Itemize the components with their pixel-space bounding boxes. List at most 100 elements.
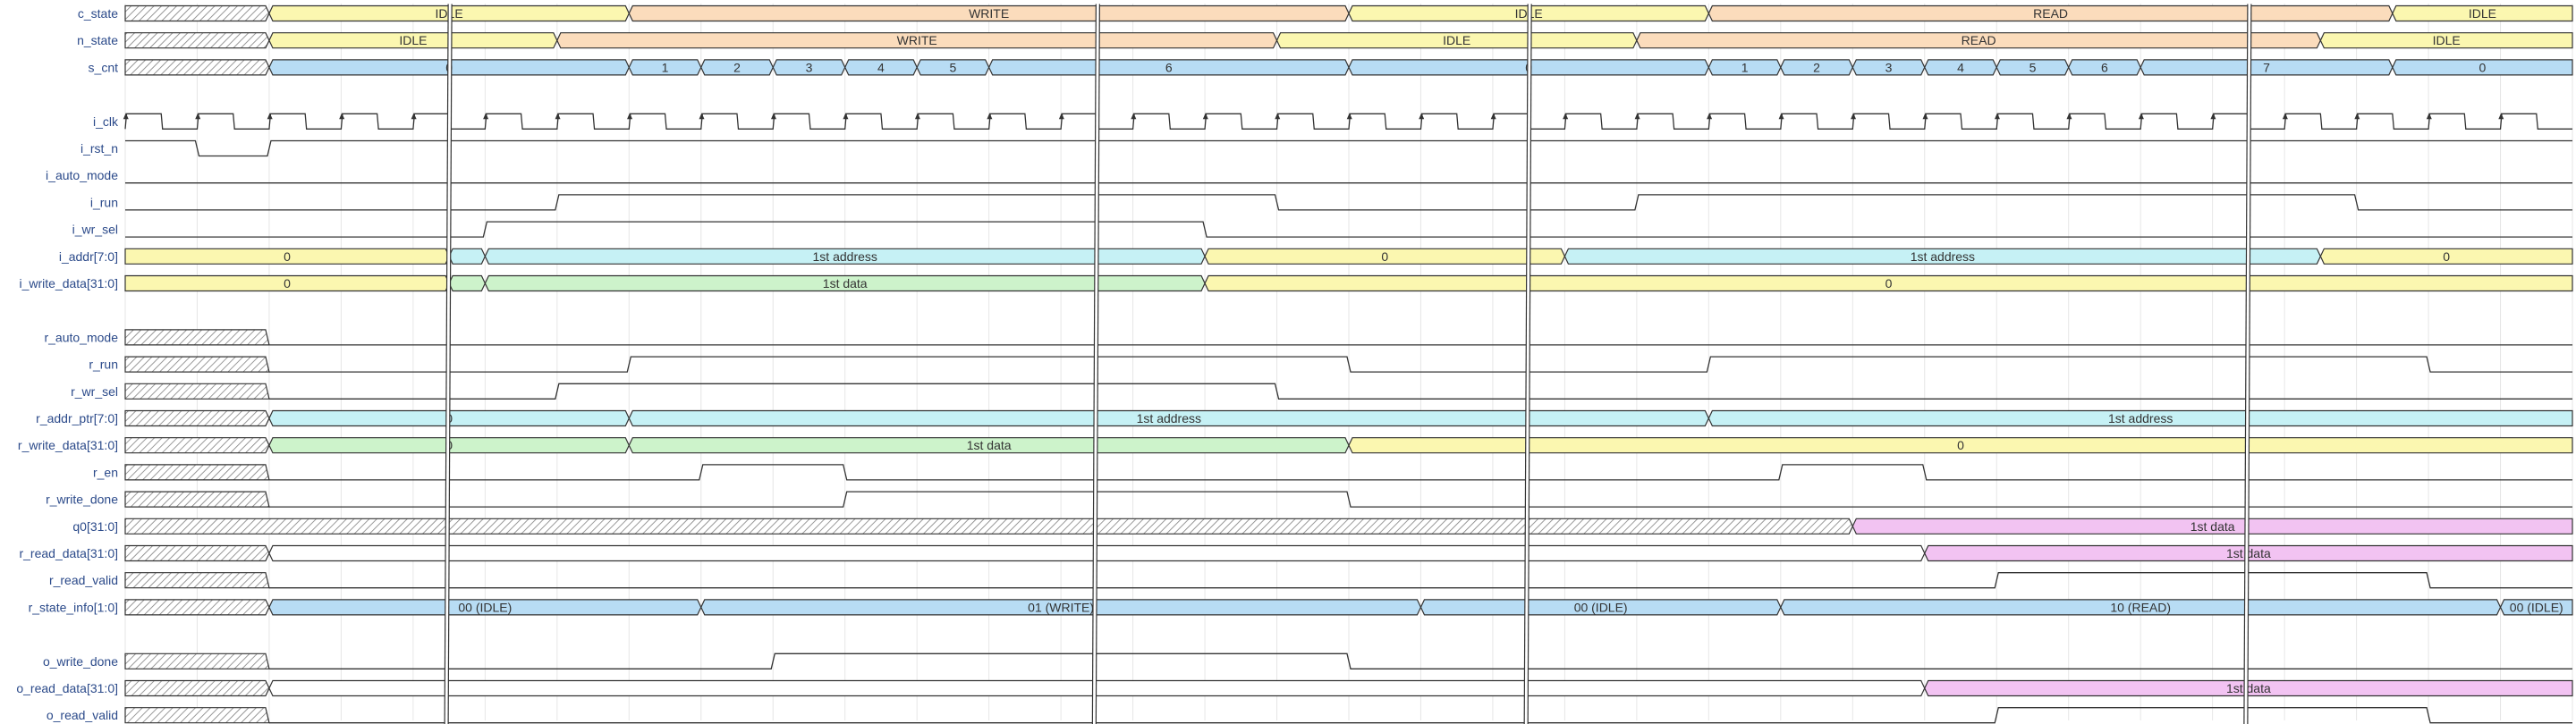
- time-break-marks: [444, 4, 2252, 724]
- signal-row-n-state: IDLE WRITE IDLE READ IDLE: [124, 32, 2573, 49]
- unknown-value-segment: [124, 437, 270, 454]
- time-break-mark: [1523, 4, 1532, 724]
- unknown-value-segment: [124, 707, 270, 724]
- bus-value-label: 0: [284, 249, 291, 264]
- bus-value-label: 6: [1165, 60, 1173, 74]
- bus-value-segment: [448, 274, 487, 292]
- signal-name-q0: q0[31:0]: [72, 519, 118, 534]
- bus-value-label: 1st data: [2190, 519, 2235, 534]
- signal-row-i-write-data: 0 1st data 0: [124, 274, 2573, 292]
- bus-value-label: WRITE: [969, 6, 1009, 21]
- signal-row-i-clk: [123, 113, 2572, 130]
- bus-value-label: 1st address: [813, 249, 877, 264]
- unknown-value-segment: [124, 599, 270, 616]
- signal-name-s-cnt: s_cnt: [89, 60, 119, 74]
- signal-row-q0: 1st data: [124, 518, 2573, 535]
- unknown-value-segment: [124, 329, 270, 346]
- bus-value-segment: [448, 248, 487, 265]
- signal-name-i-write-data: i_write_data[31:0]: [19, 276, 118, 290]
- bus-value-label: 0: [284, 276, 291, 290]
- signal-name-o-write-done: o_write_done: [43, 654, 118, 669]
- unknown-value-segment: [124, 464, 270, 481]
- bus-value-label: 7: [2263, 60, 2270, 74]
- bus-value-label: 3: [806, 60, 813, 74]
- bus-value-label: 4: [1957, 60, 1964, 74]
- bus-value-label: 5: [950, 60, 957, 74]
- bus-value-label: 1st address: [1911, 249, 1975, 264]
- signal-name-r-state-info: r_state_info[1:0]: [29, 600, 118, 614]
- timing-diagram: IDLEWRITEIDLEREADIDLEIDLEWRITEIDLEREADID…: [16, 4, 2573, 724]
- bus-value-label: 1st data: [823, 276, 868, 290]
- bus-value-label: IDLE: [399, 33, 427, 47]
- unknown-value-segment: [124, 32, 270, 49]
- bus-value-label: 1st address: [2108, 411, 2173, 425]
- bus-value-label: 0: [2479, 60, 2487, 74]
- signal-name-i-clk: i_clk: [93, 114, 119, 129]
- unknown-value-segment: [124, 544, 270, 562]
- bus-value-label: 01 (WRITE): [1028, 600, 1094, 614]
- bus-value-label: 1st data: [967, 438, 1012, 452]
- signal-name-n-state: n_state: [77, 33, 118, 47]
- signal-name-r-read-data: r_read_data[31:0]: [19, 546, 118, 560]
- bus-value-label: 00 (IDLE): [458, 600, 512, 614]
- bus-value-label: READ: [1962, 33, 1996, 47]
- unknown-value-segment: [124, 572, 270, 589]
- signal-name-r-write-done: r_write_done: [46, 492, 118, 507]
- bus-value-label: 1st data: [2226, 681, 2271, 695]
- bus-value-label: 2: [733, 60, 741, 74]
- signal-labels: c_state n_state s_cnt i_clk i_rst_n i_auto_mo…: [16, 6, 119, 722]
- signal-row-r-read-data: 1st data: [124, 544, 2573, 562]
- signal-name-i-addr: i_addr[7:0]: [59, 249, 118, 264]
- signal-name-r-write-data: r_write_data[31:0]: [18, 438, 118, 452]
- unknown-value-segment: [124, 652, 270, 669]
- bus-value-label: 2: [1813, 60, 1820, 74]
- bus-value-label: 1st address: [1137, 411, 1201, 425]
- signal-name-i-wr-sel: i_wr_sel: [72, 223, 118, 237]
- bus-value-label: 0: [1381, 249, 1388, 264]
- bus-value-label: 00 (IDLE): [1574, 600, 1628, 614]
- signal-row-o-read-data: 1st data: [124, 679, 2573, 697]
- bus-value-label: 6: [2101, 60, 2108, 74]
- time-break-mark: [1091, 4, 1100, 724]
- unknown-value-segment: [124, 491, 270, 508]
- bus-value-label: 3: [1885, 60, 1893, 74]
- bus-value-label: 0: [2443, 249, 2450, 264]
- bus-value-label: 4: [877, 60, 885, 74]
- signal-row-i-addr: 0 1st address 0 1st address 0: [124, 248, 2573, 265]
- bus-value-label: 0: [1957, 438, 1964, 452]
- signal-name-r-auto-mode: r_auto_mode: [44, 330, 118, 344]
- bus-value-label: WRITE: [897, 33, 937, 47]
- unknown-value-segment: [124, 518, 1853, 535]
- signal-name-r-addr-ptr: r_addr_ptr[7:0]: [36, 411, 118, 425]
- signal-name-i-rst-n: i_rst_n: [80, 141, 118, 156]
- signal-row-r-addr-ptr: 01st address1st address: [124, 409, 2573, 427]
- unknown-value-segment: [124, 383, 270, 400]
- unknown-value-segment: [124, 356, 270, 373]
- signal-name-r-en: r_en: [93, 465, 118, 479]
- bus-value-label: 00 (IDLE): [2510, 600, 2563, 614]
- signal-name-r-wr-sel: r_wr_sel: [71, 384, 118, 399]
- time-break-mark: [444, 4, 453, 724]
- bus-value-label: 5: [2029, 60, 2037, 74]
- signal-name-o-read-data: o_read_data[31:0]: [16, 681, 118, 695]
- bus-value-label: 1: [662, 60, 669, 74]
- signal-name-c-state: c_state: [78, 6, 118, 21]
- time-break-mark: [2243, 4, 2252, 724]
- bus-value-label: 0: [1885, 276, 1893, 290]
- bus-value-segment: [268, 679, 1926, 697]
- signal-name-r-read-valid: r_read_valid: [49, 573, 118, 587]
- signal-name-r-run: r_run: [89, 358, 118, 372]
- unknown-value-segment: [124, 409, 270, 427]
- bus-value-label: READ: [2033, 6, 2068, 21]
- signal-row-r-state-info: 00 (IDLE) 01 (WRITE) 00 (IDLE) 10 (READ) 00 …: [124, 599, 2573, 616]
- signal-name-o-read-valid: o_read_valid: [47, 708, 118, 722]
- bus-value-label: 1: [1741, 60, 1749, 74]
- bus-value-label: IDLE: [2469, 6, 2496, 21]
- unknown-value-segment: [124, 59, 270, 76]
- signal-name-i-auto-mode: i_auto_mode: [46, 168, 118, 182]
- unknown-value-segment: [124, 679, 270, 697]
- signal-name-i-run: i_run: [90, 195, 118, 209]
- unknown-value-segment: [124, 4, 270, 22]
- bus-value-label: IDLE: [2433, 33, 2461, 47]
- waveform-rows: IDLEWRITEIDLEREADIDLEIDLEWRITEIDLEREADID…: [123, 4, 2573, 724]
